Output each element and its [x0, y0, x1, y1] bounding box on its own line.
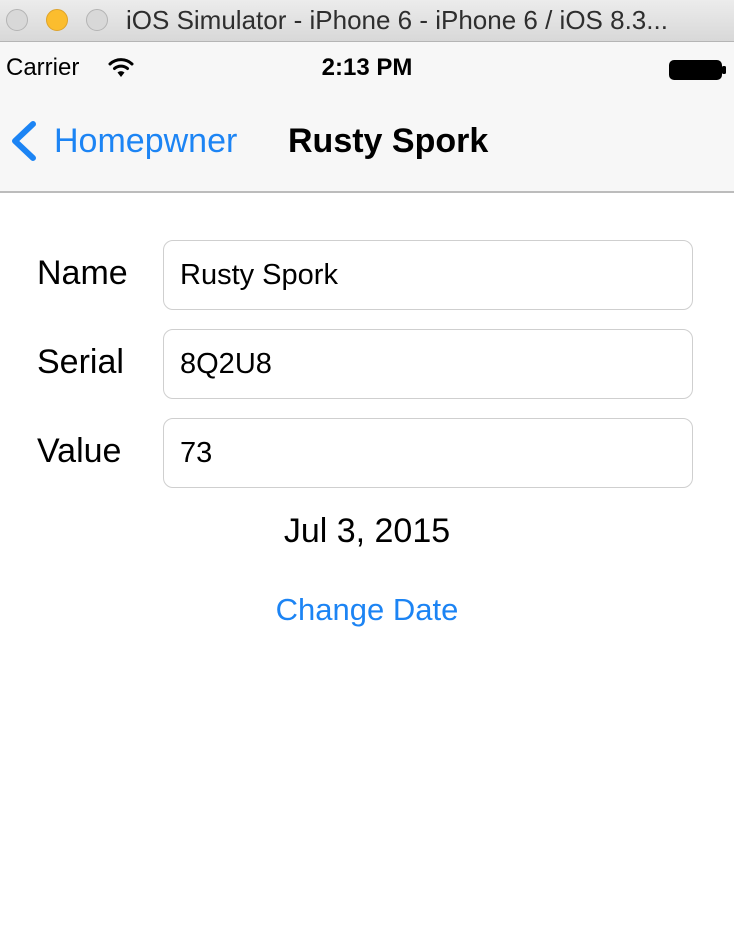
change-date-button[interactable]: Change Date	[0, 592, 734, 628]
battery-icon	[669, 60, 726, 80]
window-zoom-button[interactable]	[86, 9, 108, 31]
navigation-bar: Homepwner Rusty Spork	[0, 92, 734, 193]
serial-label: Serial	[37, 343, 124, 381]
window-minimize-button[interactable]	[46, 9, 68, 31]
name-label: Name	[37, 254, 128, 292]
status-time: 2:13 PM	[321, 54, 413, 81]
window-title: iOS Simulator - iPhone 6 - iPhone 6 / iO…	[126, 5, 668, 35]
value-field[interactable]	[163, 418, 693, 488]
page-title: Rusty Spork	[288, 122, 489, 160]
name-field[interactable]	[163, 240, 693, 310]
serial-field[interactable]	[163, 329, 693, 399]
window-close-button[interactable]	[6, 9, 28, 31]
status-bar: Carrier 2:13 PM	[0, 42, 734, 92]
back-button-label: Homepwner	[54, 122, 238, 160]
date-created-label: Jul 3, 2015	[283, 512, 451, 550]
window-titlebar: iOS Simulator - iPhone 6 - iPhone 6 / iO…	[0, 0, 734, 42]
value-label: Value	[37, 432, 122, 470]
chevron-left-icon	[12, 121, 36, 161]
